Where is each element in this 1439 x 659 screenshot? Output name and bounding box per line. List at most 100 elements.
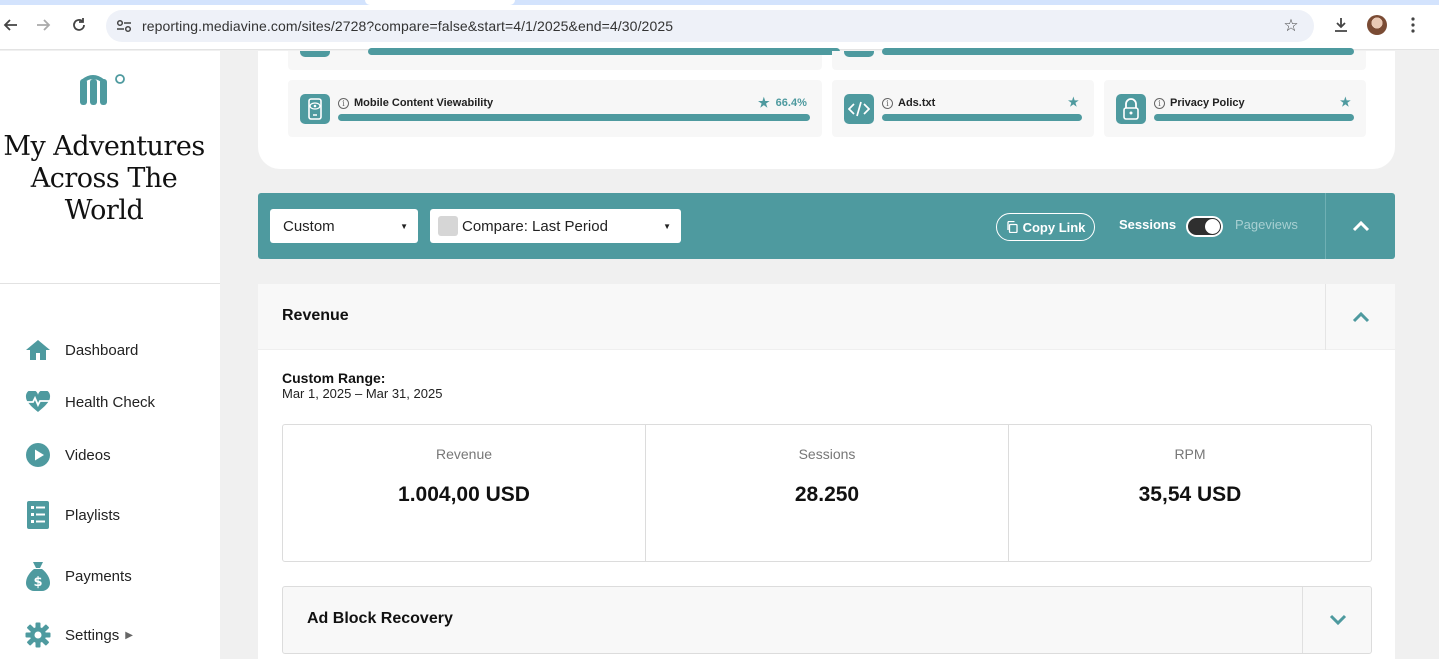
tab-strip [0, 0, 1439, 5]
reload-icon[interactable] [68, 14, 90, 36]
sidebar-divider [0, 283, 220, 284]
back-icon[interactable] [0, 14, 22, 36]
compare-value: Compare: Last Period [462, 217, 608, 235]
bookmark-star-icon[interactable]: ☆ [1280, 15, 1302, 37]
browser-menu-icon[interactable] [1402, 14, 1424, 36]
money-bag-icon: $ [24, 562, 52, 591]
sidebar-item-health-check[interactable]: Health Check [24, 387, 155, 417]
stat-label: RPM [1174, 446, 1206, 462]
stat-label: Sessions [798, 446, 856, 462]
health-check-card: i Mobile Content Viewability ★ 66.4% i A… [258, 48, 1395, 169]
svg-text:$: $ [33, 575, 42, 590]
heartbeat-icon [24, 388, 52, 416]
play-circle-icon [24, 441, 52, 469]
sidebar-item-videos[interactable]: Videos [24, 440, 111, 470]
star-icon: ★ [758, 95, 770, 110]
health-check-bar [338, 114, 810, 121]
health-check-item-partial [288, 48, 840, 70]
filter-collapse-button[interactable] [1325, 193, 1395, 259]
compare-checkbox[interactable] [438, 216, 458, 236]
sidebar-item-dashboard[interactable]: Dashboard [24, 335, 138, 365]
copy-link-label: Copy Link [1022, 219, 1086, 235]
site-settings-icon[interactable] [114, 16, 134, 36]
lock-icon [1116, 94, 1146, 124]
mobile-eye-icon [300, 94, 330, 124]
sidebar-item-label: Playlists [65, 506, 121, 524]
compare-select[interactable]: Compare: Last Period ▼ [430, 209, 681, 243]
revenue-header[interactable]: Revenue [258, 284, 1395, 350]
health-check-label: i Ads.txt [882, 97, 935, 109]
sidebar-item-label: Payments [65, 567, 132, 585]
sessions-pageviews-toggle[interactable] [1186, 216, 1223, 237]
health-check-label: i Mobile Content Viewability [338, 97, 493, 109]
stat-sessions: Sessions 28.250 [646, 425, 1009, 561]
revenue-collapse-button[interactable] [1325, 284, 1395, 350]
sidebar-item-label: Videos [65, 446, 111, 464]
url-text[interactable]: reporting.mediavine.com/sites/2728?compa… [142, 18, 673, 34]
site-title: My Adventures Across The World [3, 131, 205, 226]
stat-value: 35,54 USD [1138, 483, 1242, 506]
sidebar-item-label: Settings [65, 626, 120, 644]
ad-block-recovery-title: Ad Block Recovery [307, 610, 453, 627]
list-icon [24, 501, 52, 529]
partial-icon [844, 51, 874, 57]
caret-down-icon: ▼ [400, 222, 408, 231]
health-check-ads-txt[interactable]: i Ads.txt ★ [832, 80, 1094, 137]
sessions-toggle-label: Sessions [1119, 217, 1177, 232]
revenue-title: Revenue [282, 307, 349, 324]
health-check-label: i Privacy Policy [1154, 97, 1245, 109]
browser-chrome: reporting.mediavine.com/sites/2728?compa… [0, 0, 1439, 50]
ads-txt-label: Ads.txt [898, 97, 936, 109]
ad-block-expand-button[interactable] [1302, 587, 1372, 653]
sidebar-item-settings[interactable]: Settings ▶ [24, 620, 133, 650]
stat-rpm: RPM 35,54 USD [1009, 425, 1371, 561]
custom-range-label: Custom Range: [282, 370, 386, 386]
health-check-bar [368, 48, 840, 55]
sidebar-item-playlists[interactable]: Playlists [24, 500, 120, 530]
partial-icon [300, 51, 330, 57]
viewability-value: 66.4% [775, 97, 807, 109]
sidebar-item-label: Health Check [65, 393, 156, 411]
health-check-privacy-policy[interactable]: i Privacy Policy ★ [1104, 80, 1366, 137]
date-range-select[interactable]: Custom ▼ [270, 209, 418, 243]
chevron-right-icon: ▶ [125, 629, 133, 641]
sidebar-item-label: Dashboard [65, 341, 139, 359]
health-check-mobile-viewability[interactable]: i Mobile Content Viewability ★ 66.4% [288, 80, 822, 137]
chevron-down-icon [1329, 614, 1346, 626]
address-bar[interactable]: reporting.mediavine.com/sites/2728?compa… [106, 10, 1314, 42]
star-icon: ★ [1340, 95, 1351, 109]
forward-icon[interactable] [32, 14, 54, 36]
info-icon[interactable]: i [1154, 97, 1165, 109]
chevron-up-icon [1352, 311, 1369, 323]
mobile-viewability-label: Mobile Content Viewability [354, 97, 494, 109]
home-icon [24, 336, 52, 364]
code-icon [844, 94, 874, 124]
copy-icon [1006, 221, 1018, 233]
stat-revenue: Revenue 1.004,00 USD [283, 425, 646, 561]
ad-block-recovery-section[interactable]: Ad Block Recovery [282, 586, 1372, 654]
info-icon[interactable]: i [882, 97, 893, 109]
revenue-panel: Revenue Custom Range: Mar 1, 2025 – Mar … [258, 284, 1395, 659]
chevron-up-icon [1352, 220, 1369, 232]
health-check-bar [882, 48, 1354, 55]
stat-label: Revenue [435, 446, 493, 462]
caret-down-icon: ▼ [663, 222, 671, 231]
profile-avatar[interactable] [1366, 14, 1388, 36]
stat-value: 1.004,00 USD [398, 483, 530, 506]
privacy-policy-label: Privacy Policy [1170, 97, 1245, 109]
sidebar: My Adventures Across The World Dashboard… [0, 51, 220, 659]
copy-link-button[interactable]: Copy Link [996, 213, 1095, 241]
download-icon[interactable] [1330, 14, 1352, 36]
filter-bar: Custom ▼ Compare: Last Period ▼ Copy Lin… [258, 193, 1395, 259]
health-check-score: ★ 66.4% [758, 95, 807, 111]
health-check-bar [882, 114, 1082, 121]
mediavine-logo-icon[interactable] [78, 71, 128, 111]
gear-icon [24, 621, 52, 649]
star-icon: ★ [1068, 95, 1079, 109]
sidebar-item-payments[interactable]: $ Payments [24, 561, 132, 591]
active-tab[interactable] [365, 0, 515, 5]
info-icon[interactable]: i [338, 97, 349, 109]
pageviews-toggle-label: Pageviews [1235, 217, 1298, 232]
date-range-value: Custom [283, 217, 335, 235]
custom-range-value: Mar 1, 2025 – Mar 31, 2025 [282, 386, 443, 401]
